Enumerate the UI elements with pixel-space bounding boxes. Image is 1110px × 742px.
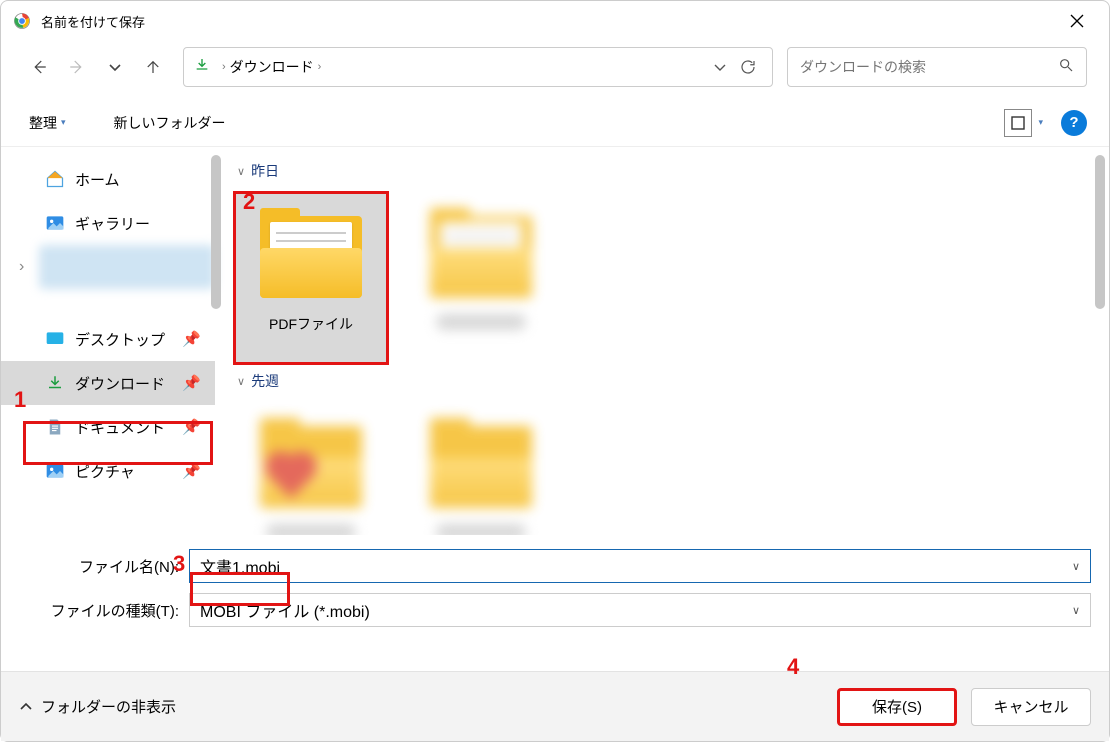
group-label: 昨日 <box>251 161 279 181</box>
nav-back-button[interactable] <box>23 51 55 83</box>
nav-bar: › ダウンロード › <box>1 41 1109 93</box>
chevron-up-icon <box>19 700 33 714</box>
titlebar: 名前を付けて保存 <box>1 1 1109 41</box>
download-location-icon <box>194 57 210 78</box>
gallery-icon <box>45 213 65 233</box>
group-yesterday[interactable]: ∨昨日 <box>237 161 1091 181</box>
save-button[interactable]: 保存(S) <box>837 688 957 726</box>
file-label: PDFファイル <box>269 314 353 334</box>
folder-icon <box>256 414 366 514</box>
filename-input[interactable] <box>200 557 1080 575</box>
sidebar-item-pictures[interactable]: ピクチャ 📌 <box>1 449 215 493</box>
content-scrollbar[interactable] <box>1095 155 1105 309</box>
pictures-icon <box>45 461 65 481</box>
sidebar-label: ダウンロード <box>75 373 165 394</box>
file-item-blurred[interactable] <box>233 401 389 535</box>
filetype-value: MOBI ファイル (*.mobi) <box>200 598 370 622</box>
group-label: 先週 <box>251 371 279 391</box>
file-item-blurred[interactable] <box>403 191 559 365</box>
cancel-button[interactable]: キャンセル <box>971 688 1091 726</box>
new-folder-label: 新しいフォルダー <box>114 113 226 133</box>
file-content-pane[interactable]: ∨昨日 PDFファイル ∨先週 <box>215 147 1109 535</box>
hide-folders-toggle[interactable]: フォルダーの非表示 <box>19 696 176 717</box>
breadcrumb-sep: › <box>318 61 322 73</box>
sidebar-label: ギャラリー <box>75 213 150 234</box>
sidebar-label: デスクトップ <box>75 329 165 350</box>
view-mode-button[interactable] <box>1004 109 1032 137</box>
sidebar-label: ドキュメント <box>75 417 165 438</box>
folder-icon <box>426 204 536 304</box>
pin-icon: 📌 <box>182 330 201 348</box>
filename-input-wrapper[interactable]: ∨ <box>189 549 1091 583</box>
breadcrumb-downloads[interactable]: ダウンロード <box>230 57 314 77</box>
sidebar-item-desktop[interactable]: デスクトップ 📌 <box>1 317 215 361</box>
filename-label: ファイル名(N): <box>19 556 189 577</box>
sidebar: ホーム ギャラリー デスクトップ 📌 ダウンロード 📌 ドキュメント 📌 ピクチ… <box>1 147 215 535</box>
view-mode-dropdown[interactable]: ▾ <box>1038 117 1043 128</box>
help-button[interactable]: ? <box>1061 110 1087 136</box>
folder-icon <box>256 204 366 304</box>
filetype-select[interactable]: MOBI ファイル (*.mobi) ∨ <box>189 593 1091 627</box>
toolbar: 整理▾ 新しいフォルダー ▾ ? <box>1 99 1109 147</box>
search-icon[interactable] <box>1058 57 1074 78</box>
sidebar-item-home[interactable]: ホーム <box>1 157 215 201</box>
new-folder-button[interactable]: 新しいフォルダー <box>108 109 232 137</box>
sidebar-label: ホーム <box>75 169 120 190</box>
sidebar-item-gallery[interactable]: ギャラリー <box>1 201 215 245</box>
file-item-blurred[interactable] <box>403 401 559 535</box>
file-label-blurred <box>266 524 356 535</box>
filename-dropdown[interactable]: ∨ <box>1072 560 1080 573</box>
filetype-dropdown[interactable]: ∨ <box>1072 604 1080 617</box>
footer: フォルダーの非表示 保存(S) キャンセル <box>1 671 1109 741</box>
file-label-blurred <box>436 314 526 330</box>
nav-forward-button[interactable] <box>61 51 93 83</box>
organize-label: 整理 <box>29 113 57 133</box>
nav-up-button[interactable] <box>137 51 169 83</box>
home-icon <box>45 169 65 189</box>
fields-area: ファイル名(N): ∨ ファイルの種類(T): MOBI ファイル (*.mob… <box>1 535 1109 627</box>
group-last-week[interactable]: ∨先週 <box>237 371 1091 391</box>
sidebar-item-documents[interactable]: ドキュメント 📌 <box>1 405 215 449</box>
sidebar-label: ピクチャ <box>75 461 135 482</box>
filetype-label: ファイルの種類(T): <box>19 600 189 621</box>
file-item-pdf-folder[interactable]: PDFファイル <box>233 191 389 365</box>
pin-icon: 📌 <box>182 374 201 392</box>
breadcrumb-sep: › <box>222 61 226 73</box>
download-icon <box>45 373 65 393</box>
search-bar[interactable] <box>787 47 1087 87</box>
search-input[interactable] <box>800 59 1058 75</box>
pin-icon: 📌 <box>182 462 201 480</box>
refresh-button[interactable] <box>734 58 762 76</box>
hide-folders-label: フォルダーの非表示 <box>41 696 176 717</box>
pin-icon: 📌 <box>182 418 201 436</box>
file-label-blurred <box>436 524 526 535</box>
nav-recent-button[interactable] <box>99 51 131 83</box>
main-area: ホーム ギャラリー デスクトップ 📌 ダウンロード 📌 ドキュメント 📌 ピクチ… <box>1 147 1109 535</box>
close-button[interactable] <box>1057 1 1097 41</box>
document-icon <box>45 417 65 437</box>
blurred-account-item <box>39 245 215 289</box>
organize-menu[interactable]: 整理▾ <box>23 109 72 137</box>
path-bar[interactable]: › ダウンロード › <box>183 47 773 87</box>
desktop-icon <box>45 329 65 349</box>
chrome-icon <box>13 12 31 30</box>
path-history-dropdown[interactable] <box>706 60 734 74</box>
folder-icon <box>426 414 536 514</box>
sidebar-item-user[interactable] <box>1 245 215 289</box>
window-title: 名前を付けて保存 <box>41 12 1057 31</box>
sidebar-item-downloads[interactable]: ダウンロード 📌 <box>1 361 215 405</box>
